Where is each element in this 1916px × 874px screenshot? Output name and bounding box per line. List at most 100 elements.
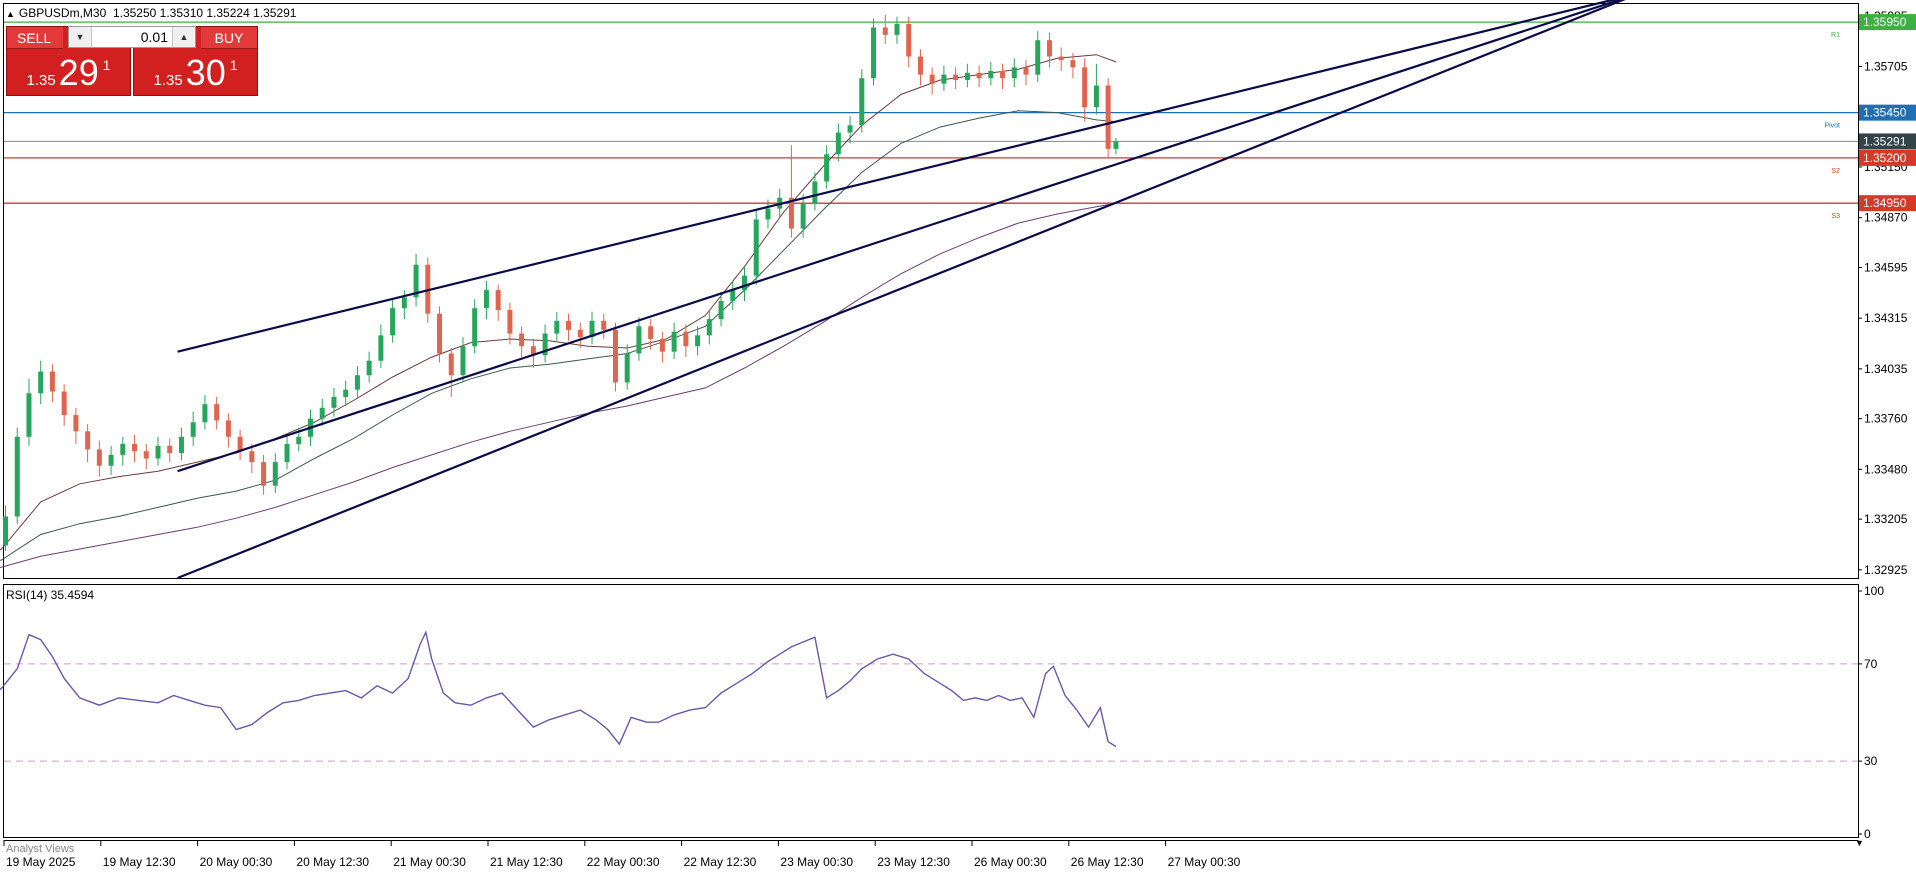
time-tick-label: 26 May 00:30 [974,855,1047,869]
buy-price-sup: 1 [229,57,238,73]
time-tick-label: 19 May 2025 [6,855,76,869]
candle-body [3,516,9,546]
candle [1000,63,1006,90]
collapse-arrow-icon[interactable]: ▲ [6,9,15,19]
candle [1093,63,1099,115]
level-name-r1: R1 [1831,32,1840,39]
rsi-tick-label: 100 [1864,584,1884,598]
level-tag-r1-text: 1.35950 [1863,15,1907,29]
candle [366,351,372,383]
moving-averages [0,54,1117,568]
level-tag-s3-text: 1.34950 [1863,196,1907,210]
lot-decrease-icon[interactable]: ▼ [69,27,92,47]
candle [1105,78,1111,158]
candle-body [636,326,642,354]
candle-body [953,74,959,81]
candle [542,324,548,363]
buy-label: BUY [201,27,257,49]
rsi-panel-frame [3,584,1859,838]
candle-body [319,407,325,419]
time-tick-label: 23 May 12:30 [877,855,950,869]
price-panel-frame [3,3,1859,579]
candle-body [108,454,114,466]
candle-body [718,300,724,320]
candle [1035,31,1041,82]
candle-body [624,353,630,383]
candle [73,407,79,445]
candle-body [859,78,865,126]
candle [659,331,665,363]
candle [190,411,196,446]
candle [214,396,220,430]
candle [577,322,583,349]
candle-body [448,353,454,376]
candle-body [26,393,32,437]
candle [38,360,44,405]
candle-body [1035,40,1041,75]
candle-body [742,275,747,291]
candle-body [120,444,126,455]
candle-body [577,329,583,338]
lot-increase-icon[interactable]: ▲ [172,27,195,47]
candle [1011,58,1017,88]
candle-body [753,219,759,276]
candle [566,313,572,341]
symbol-label: GBPUSDm,M30 [18,6,107,20]
candle [472,299,478,354]
analyst-views-tab[interactable]: Analyst Views [6,843,74,855]
candle-body [554,320,560,334]
candle [225,413,231,448]
candle-body [61,391,67,416]
scroll-down-icon[interactable]: ▼ [1855,838,1864,848]
candle [202,395,208,430]
price-axis: 1.32925 1.33205 1.33480 1.33760 1.34035 1.343… [1858,9,1908,577]
candle [14,427,20,524]
candle-body [366,360,372,376]
candle-body [190,422,196,437]
candle [1113,137,1119,155]
candle-body [272,462,278,486]
candle [882,14,888,44]
time-tick-label: 21 May 00:30 [393,855,466,869]
candle-body [882,27,888,35]
candle [753,210,759,285]
price-tick-label: 1.34315 [1864,311,1908,325]
candle-body [460,346,466,376]
channel-line-2[interactable] [177,0,1640,473]
chart-canvas[interactable]: R1 Pivot S2 S3 1.32925 1.33205 1.33480 1.33760… [0,0,1916,874]
candle [695,326,701,356]
candle [495,284,501,321]
candle [894,16,900,44]
candle-body [1093,85,1099,108]
candle [612,322,618,392]
candle-body [671,331,677,352]
candle-body [1058,56,1064,61]
candle [272,453,278,493]
channel-line-3[interactable] [177,0,1640,580]
candle [378,324,384,368]
candle-body [659,338,665,352]
time-tick-label: 20 May 00:30 [200,855,273,869]
candle [718,291,724,327]
candle [519,326,525,358]
candle [155,436,161,466]
candle-body [519,333,525,347]
rsi-title: RSI(14) 35.4594 [6,588,95,602]
candle [143,444,149,470]
candle-body [1023,67,1029,75]
candle-body [202,404,208,423]
candle-body [437,313,443,354]
candle-body [401,297,407,309]
time-tick-label: 27 May 00:30 [1168,855,1241,869]
buy-price: 1.35 30 1 [134,49,257,97]
sell-price-prefix: 1.35 [26,72,56,89]
candle-body [988,70,994,79]
trend-channel[interactable] [177,0,1640,580]
lot-size-input[interactable] [92,27,172,47]
price-tick-label: 1.33205 [1864,512,1908,526]
candle-body [800,203,806,229]
candle-body [695,335,701,347]
time-tick-label: 19 May 12:30 [103,855,176,869]
candle-body [343,389,349,397]
candle-body [730,290,736,301]
